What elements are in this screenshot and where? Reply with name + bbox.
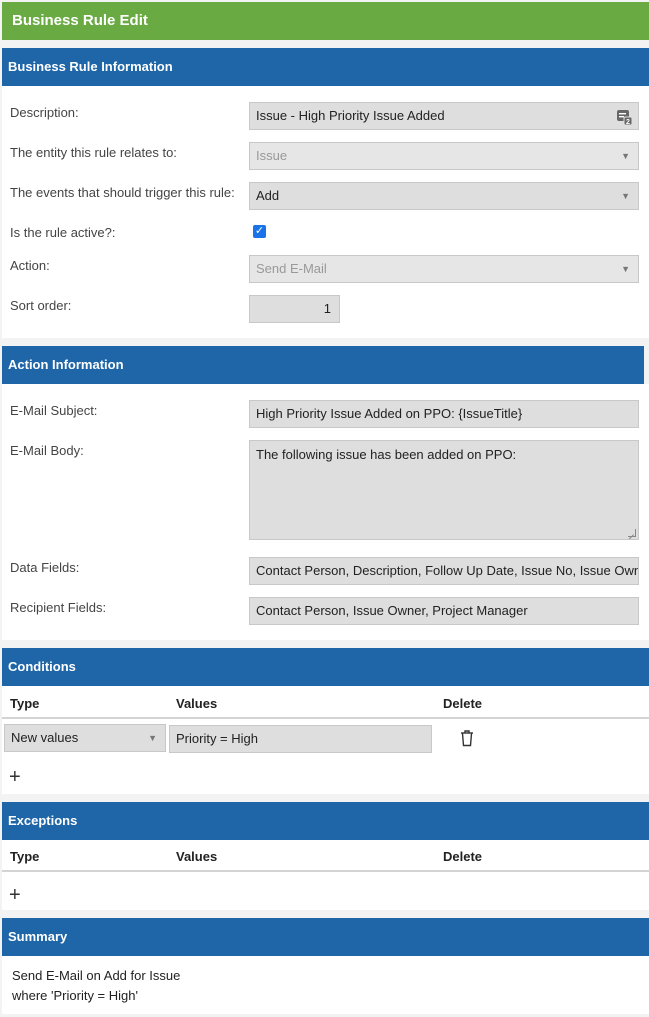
entity-label: The entity this rule relates to: bbox=[10, 145, 177, 160]
chevron-down-icon: ▼ bbox=[148, 733, 157, 743]
condition-value-field[interactable]: Priority = High bbox=[169, 725, 432, 753]
checkmark-icon: ✓ bbox=[254, 225, 265, 237]
data-fields-label: Data Fields: bbox=[10, 560, 80, 575]
action-value: Send E-Mail bbox=[256, 261, 327, 276]
conditions-divider bbox=[2, 717, 649, 719]
exceptions-divider bbox=[2, 870, 649, 872]
page-title: Business Rule Edit bbox=[2, 2, 649, 40]
business-rule-info-header: Business Rule Information bbox=[2, 48, 649, 86]
resize-handle-icon[interactable] bbox=[628, 529, 636, 537]
chevron-down-icon: ▼ bbox=[621, 191, 630, 201]
sort-order-label: Sort order: bbox=[10, 298, 72, 313]
trash-icon[interactable] bbox=[459, 729, 475, 750]
active-checkbox[interactable]: ✓ bbox=[253, 225, 266, 238]
email-body-field[interactable]: The following issue has been added on PP… bbox=[249, 440, 639, 540]
description-value: Issue - High Priority Issue Added bbox=[256, 108, 445, 123]
email-subject-label: E-Mail Subject: bbox=[10, 403, 98, 418]
action-label: Action: bbox=[10, 258, 50, 273]
entity-value: Issue bbox=[256, 148, 288, 163]
exceptions-header: Exceptions bbox=[2, 802, 649, 840]
conditions-col-values: Values bbox=[176, 696, 218, 711]
data-fields-field[interactable]: Contact Person, Description, Follow Up D… bbox=[249, 557, 639, 585]
chevron-down-icon: ▼ bbox=[621, 151, 630, 161]
recipient-fields-label: Recipient Fields: bbox=[10, 600, 107, 615]
add-exception-button[interactable]: + bbox=[9, 885, 21, 905]
conditions-col-delete: Delete bbox=[443, 696, 483, 711]
add-condition-button[interactable]: + bbox=[9, 767, 21, 787]
condition-type-value: New values bbox=[11, 730, 79, 745]
events-value: Add bbox=[256, 188, 280, 203]
email-body-value: The following issue has been added on PP… bbox=[256, 447, 517, 462]
description-label: Description: bbox=[10, 105, 79, 120]
description-field[interactable]: Issue - High Priority Issue Added 2 bbox=[249, 102, 639, 130]
email-subject-field[interactable]: High Priority Issue Added on PPO: {Issue… bbox=[249, 400, 639, 428]
conditions-header: Conditions bbox=[2, 648, 649, 686]
summary-line-2: where 'Priority = High' bbox=[12, 988, 138, 1003]
summary-line-1: Send E-Mail on Add for Issue bbox=[12, 968, 181, 983]
action-select[interactable]: Send E-Mail ▼ bbox=[249, 255, 639, 283]
condition-type-select[interactable]: New values ▼ bbox=[4, 724, 166, 752]
sort-order-input[interactable]: 1 bbox=[249, 295, 340, 323]
events-label: The events that should trigger this rule… bbox=[10, 185, 235, 200]
exceptions-panel bbox=[2, 840, 649, 910]
exceptions-col-delete: Delete bbox=[443, 849, 483, 864]
recipient-fields-field[interactable]: Contact Person, Issue Owner, Project Man… bbox=[249, 597, 639, 625]
svg-text:2: 2 bbox=[626, 119, 630, 125]
chevron-down-icon: ▼ bbox=[621, 264, 630, 274]
memo-icon[interactable]: 2 bbox=[616, 108, 633, 129]
active-label: Is the rule active?: bbox=[10, 225, 116, 240]
entity-select[interactable]: Issue ▼ bbox=[249, 142, 639, 170]
email-body-label: E-Mail Body: bbox=[10, 443, 84, 458]
action-info-header: Action Information bbox=[2, 346, 644, 384]
events-select[interactable]: Add ▼ bbox=[249, 182, 639, 210]
exceptions-col-values: Values bbox=[176, 849, 218, 864]
exceptions-col-type: Type bbox=[10, 849, 40, 864]
summary-header: Summary bbox=[2, 918, 649, 956]
conditions-col-type: Type bbox=[10, 696, 40, 711]
